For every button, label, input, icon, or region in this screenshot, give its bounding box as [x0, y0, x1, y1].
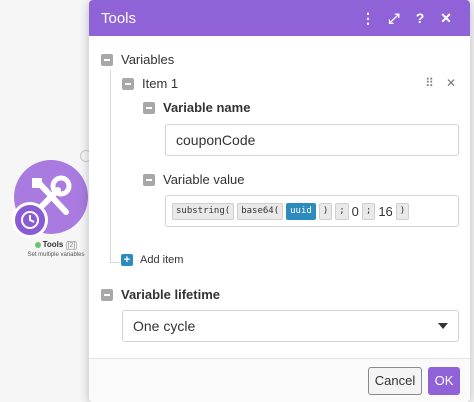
- tools-dialog: Tools ⋮ ⤢ ? ✕ Variables Item 1 ⠿ ✕ Varia…: [89, 0, 470, 402]
- dialog-header: Tools ⋮ ⤢ ? ✕: [89, 0, 470, 36]
- ok-button[interactable]: OK: [428, 366, 460, 395]
- collapse-lifetime-toggle[interactable]: [101, 288, 113, 301]
- item-1-header: Item 1: [122, 76, 178, 91]
- lifetime-selected-value: One cycle: [133, 318, 196, 334]
- variable-value-row: Variable value: [143, 172, 244, 187]
- dialog-title: Tools: [101, 9, 137, 27]
- status-dot-icon: [34, 241, 41, 248]
- close-paren-token[interactable]: ): [318, 202, 333, 220]
- plus-icon: +: [121, 254, 133, 266]
- module-count: [2]: [65, 241, 78, 250]
- remove-item-icon[interactable]: ✕: [446, 76, 456, 90]
- add-item-button[interactable]: + Add item: [121, 254, 183, 266]
- cancel-button[interactable]: Cancel: [368, 366, 422, 395]
- item-1-label: Item 1: [142, 76, 179, 91]
- collapse-item-toggle[interactable]: [122, 77, 134, 90]
- variable-name-input[interactable]: couponCode: [165, 124, 459, 156]
- module-name: Tools [2]: [20, 240, 92, 250]
- clock-icon: [12, 202, 48, 238]
- variable-name-row: Variable name: [143, 100, 250, 115]
- variable-lifetime-row: Variable lifetime: [101, 287, 220, 302]
- close-paren-token[interactable]: ): [395, 202, 410, 220]
- keyword-token-uuid[interactable]: uuid: [286, 202, 316, 220]
- variable-lifetime-label: Variable lifetime: [121, 287, 220, 302]
- add-item-label: Add item: [140, 254, 184, 266]
- function-token-base64[interactable]: base64(: [237, 202, 284, 220]
- argument-start: 0: [351, 203, 359, 219]
- variable-lifetime-select[interactable]: One cycle: [122, 310, 459, 342]
- variable-value-label: Variable value: [163, 172, 245, 187]
- variable-value-input[interactable]: substring( base64( uuid ) ; 0 ; 16 ): [165, 195, 459, 227]
- variable-name-label: Variable name: [163, 100, 251, 115]
- argument-length: 16: [378, 203, 393, 219]
- module-title: Tools: [42, 240, 64, 249]
- expand-icon[interactable]: ⤢: [382, 6, 406, 30]
- variables-label: Variables: [121, 52, 175, 67]
- tree-line: [110, 70, 111, 262]
- collapse-name-toggle[interactable]: [143, 101, 155, 114]
- variables-section: Variables: [101, 52, 174, 67]
- more-vertical-icon[interactable]: ⋮: [356, 6, 380, 30]
- separator-token[interactable]: ;: [361, 202, 376, 220]
- close-icon[interactable]: ✕: [434, 6, 458, 30]
- function-token-substring[interactable]: substring(: [172, 202, 235, 220]
- chevron-down-icon: [438, 323, 448, 329]
- item-actions: ⠿ ✕: [425, 76, 456, 90]
- dialog-body: Variables Item 1 ⠿ ✕ Variable name coupo…: [89, 36, 470, 358]
- collapse-value-toggle[interactable]: [143, 173, 155, 186]
- help-icon[interactable]: ?: [408, 6, 432, 30]
- tree-line: [110, 262, 120, 263]
- drag-handle-icon[interactable]: ⠿: [425, 76, 434, 90]
- module-subtitle: Set multiple variables: [27, 252, 85, 258]
- collapse-variables-toggle[interactable]: [101, 53, 113, 66]
- dialog-footer: Cancel OK: [89, 358, 470, 402]
- separator-token[interactable]: ;: [335, 202, 349, 220]
